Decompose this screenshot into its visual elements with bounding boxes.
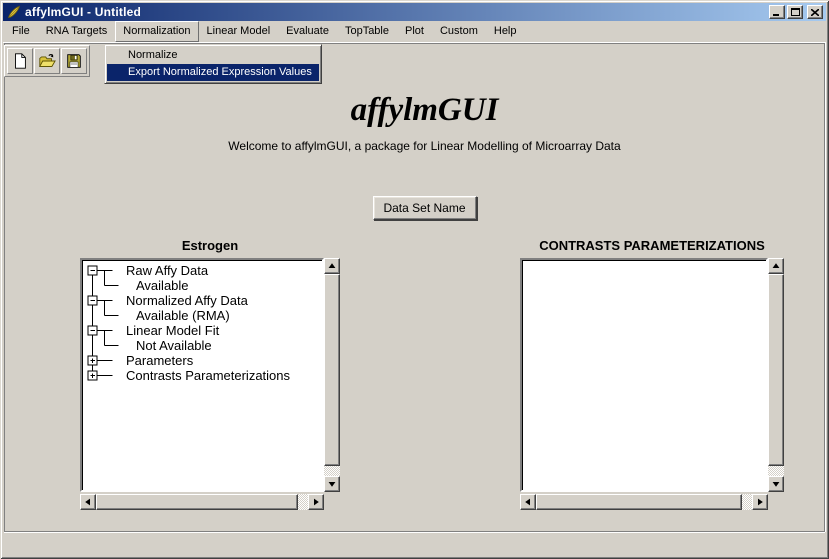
menu-rna-targets[interactable]: RNA Targets bbox=[38, 21, 116, 42]
arrow-up-icon bbox=[772, 262, 780, 270]
arrow-up-icon bbox=[328, 262, 336, 270]
menu-custom[interactable]: Custom bbox=[432, 21, 486, 42]
scroll-left-button[interactable] bbox=[520, 494, 536, 510]
horizontal-scroll-thumb[interactable] bbox=[536, 494, 742, 510]
maximize-icon bbox=[791, 8, 800, 16]
right-panel-heading: CONTRASTS PARAMETERIZATIONS bbox=[520, 238, 784, 258]
left-panel: Estrogen bbox=[80, 238, 340, 510]
menu-item-normalize[interactable]: Normalize bbox=[107, 47, 319, 64]
tree-item-linear-model-fit[interactable]: Linear Model Fit bbox=[126, 323, 219, 338]
arrow-left-icon bbox=[84, 498, 92, 506]
title-bar[interactable]: affylmGUI - Untitled bbox=[3, 3, 826, 21]
menu-normalization[interactable]: Normalization bbox=[115, 21, 198, 42]
vertical-scroll-thumb[interactable] bbox=[324, 274, 340, 466]
minimize-icon bbox=[773, 9, 781, 16]
save-file-button[interactable] bbox=[61, 48, 87, 74]
welcome-text: Welcome to affylmGUI, a package for Line… bbox=[20, 139, 829, 153]
horizontal-scroll-thumb[interactable] bbox=[96, 494, 298, 510]
tree-item-parameters[interactable]: Parameters bbox=[126, 353, 193, 368]
minimize-button[interactable] bbox=[769, 5, 785, 19]
arrow-left-icon bbox=[524, 498, 532, 506]
menu-item-export-normalized-expression-values[interactable]: Export Normalized Expression Values bbox=[107, 64, 319, 81]
window-title: affylmGUI - Untitled bbox=[25, 5, 769, 19]
normalization-dropdown-menu: Normalize Export Normalized Expression V… bbox=[104, 44, 322, 84]
new-file-icon bbox=[11, 52, 29, 70]
close-icon bbox=[811, 9, 819, 16]
right-horizontal-scrollbar[interactable] bbox=[520, 494, 768, 510]
scroll-left-button[interactable] bbox=[80, 494, 96, 510]
app-title: affylmGUI bbox=[20, 92, 829, 129]
app-window: affylmGUI - Untitled File RNA Targets No… bbox=[0, 0, 829, 559]
contrasts-parameterizations-listbox[interactable] bbox=[520, 258, 768, 492]
right-vertical-scrollbar[interactable] bbox=[768, 258, 784, 492]
menu-linear-model[interactable]: Linear Model bbox=[199, 21, 279, 42]
tree-item-raw-affy-data[interactable]: Raw Affy Data bbox=[126, 263, 208, 278]
scroll-right-button[interactable] bbox=[308, 494, 324, 510]
tree-item-contrasts-parameterizations[interactable]: Contrasts Parameterizations bbox=[126, 368, 290, 383]
open-file-button[interactable] bbox=[34, 48, 60, 74]
left-panel-heading: Estrogen bbox=[80, 238, 340, 258]
scroll-right-button[interactable] bbox=[752, 494, 768, 510]
tree-item-normalized-affy-data[interactable]: Normalized Affy Data bbox=[126, 293, 248, 308]
menu-plot[interactable]: Plot bbox=[397, 21, 432, 42]
scroll-down-button[interactable] bbox=[324, 476, 340, 492]
tk-feather-icon bbox=[7, 5, 21, 19]
arrow-right-icon bbox=[756, 498, 764, 506]
right-panel: CONTRASTS PARAMETERIZATIONS bbox=[520, 238, 784, 510]
arrow-right-icon bbox=[312, 498, 320, 506]
estrogen-tree-listbox[interactable]: Raw Affy Data Available Normalized Affy … bbox=[80, 258, 324, 492]
left-vertical-scrollbar[interactable] bbox=[324, 258, 340, 492]
arrow-down-icon bbox=[328, 480, 336, 488]
scroll-down-button[interactable] bbox=[768, 476, 784, 492]
open-file-icon bbox=[38, 52, 56, 70]
tree-item-available-rma[interactable]: Available (RMA) bbox=[136, 308, 230, 323]
arrow-down-icon bbox=[772, 480, 780, 488]
data-set-name-button[interactable]: Data Set Name bbox=[373, 196, 477, 220]
menu-bar: File RNA Targets Normalization Linear Mo… bbox=[3, 21, 826, 43]
vertical-scroll-thumb[interactable] bbox=[768, 274, 784, 466]
menu-toptable[interactable]: TopTable bbox=[337, 21, 397, 42]
menu-help[interactable]: Help bbox=[486, 21, 525, 42]
tree-item-not-available[interactable]: Not Available bbox=[136, 338, 212, 353]
tree-item-available[interactable]: Available bbox=[136, 278, 189, 293]
close-button[interactable] bbox=[807, 5, 823, 19]
menu-evaluate[interactable]: Evaluate bbox=[278, 21, 337, 42]
left-horizontal-scrollbar[interactable] bbox=[80, 494, 324, 510]
save-file-icon bbox=[65, 52, 83, 70]
maximize-button[interactable] bbox=[787, 5, 803, 19]
scroll-up-button[interactable] bbox=[324, 258, 340, 274]
scroll-up-button[interactable] bbox=[768, 258, 784, 274]
new-file-button[interactable] bbox=[7, 48, 33, 74]
menu-file[interactable]: File bbox=[4, 21, 38, 42]
toolbar bbox=[4, 45, 90, 77]
